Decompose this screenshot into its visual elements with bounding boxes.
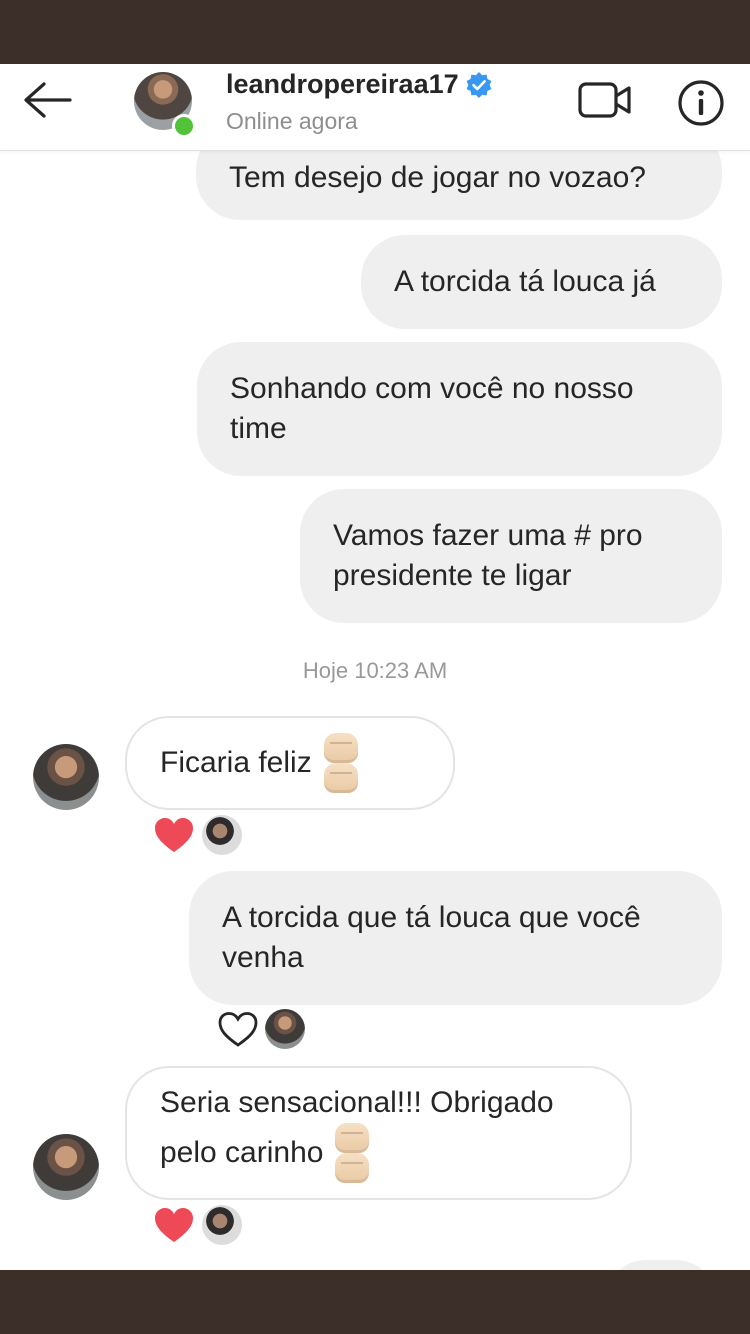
message-text: A torcida tá louca já xyxy=(394,265,656,298)
reactor-avatar xyxy=(202,1205,242,1245)
profile-avatar[interactable] xyxy=(134,72,196,138)
info-icon[interactable] xyxy=(676,78,726,128)
next-message-peek[interactable] xyxy=(606,1260,716,1270)
fist-emoji xyxy=(323,763,358,793)
message-timestamp: Hoje 10:23 AM xyxy=(302,658,448,683)
reactor-avatar xyxy=(202,815,242,855)
heart-filled-icon[interactable] xyxy=(153,1206,195,1244)
online-status: Online agora xyxy=(226,108,358,134)
message-line-text: pelo carinho xyxy=(160,1136,324,1169)
sender-avatar[interactable] xyxy=(33,1134,99,1200)
message-text: Vamos fazer uma # pro presidente te liga… xyxy=(333,516,643,596)
verified-badge-icon xyxy=(466,71,492,98)
message-line: Sonhando com você no nosso xyxy=(230,372,634,405)
oncoming-fist-emoji xyxy=(320,733,358,793)
received-message[interactable]: Seria sensacional!!! Obrigado pelo carin… xyxy=(125,1066,632,1200)
message-line: Seria sensacional!!! Obrigado xyxy=(160,1086,554,1119)
video-camera-icon[interactable] xyxy=(576,78,634,122)
sent-message[interactable]: Vamos fazer uma # pro presidente te liga… xyxy=(300,489,722,623)
arrow-left-icon[interactable] xyxy=(18,78,78,138)
message-text: Seria sensacional!!! Obrigado pelo carin… xyxy=(160,1083,554,1183)
sent-message[interactable]: A torcida tá louca já xyxy=(361,235,722,329)
fist-emoji xyxy=(335,1153,370,1183)
message-line: Vamos fazer uma # pro xyxy=(333,519,643,552)
message-text: A torcida que tá louca que você venha xyxy=(222,898,641,978)
oncoming-fist-emoji xyxy=(331,1123,370,1183)
message-text: Ficaria feliz xyxy=(160,746,312,779)
message-line: A torcida que tá louca que você xyxy=(222,901,641,934)
heart-outline-icon[interactable] xyxy=(217,1010,259,1048)
message-text: Tem desejo de jogar no vozao? xyxy=(229,161,646,194)
reactor-avatar xyxy=(265,1009,305,1049)
heart-filled-icon[interactable] xyxy=(153,816,195,854)
received-message[interactable]: Ficaria feliz xyxy=(125,716,455,810)
message-line: pelo carinho xyxy=(160,1123,554,1183)
message-line: presidente te ligar xyxy=(333,559,572,592)
fist-emoji xyxy=(323,733,358,763)
username-text: leandropereiraa17 xyxy=(226,69,459,99)
sent-message[interactable]: A torcida que tá louca que você venha xyxy=(189,871,722,1005)
message-text: Sonhando com você no nosso time xyxy=(230,369,634,449)
chat-screen: leandropereiraa17 Online agora Tem desej… xyxy=(0,64,750,1270)
message-line: time xyxy=(230,412,287,445)
online-indicator xyxy=(172,114,196,138)
sent-message[interactable]: Sonhando com você no nosso time xyxy=(197,342,722,476)
chat-header: leandropereiraa17 Online agora xyxy=(0,64,750,151)
message-line: venha xyxy=(222,941,304,974)
fist-emoji xyxy=(335,1123,370,1153)
username[interactable]: leandropereiraa17 xyxy=(226,69,493,100)
sender-avatar[interactable] xyxy=(33,744,99,810)
